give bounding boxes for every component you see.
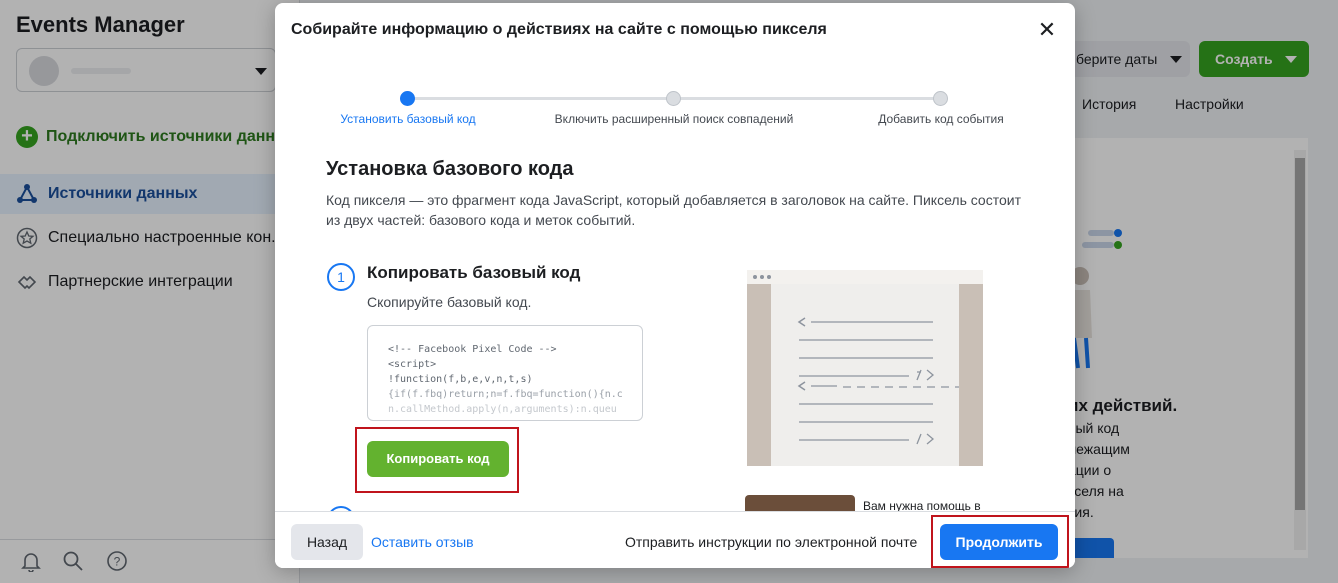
step-dot-3 [933,91,948,106]
step-title: Копировать базовый код [367,263,581,282]
code-line: {if(f.fbq)return;n=f.fbq=function(){n.c [388,389,623,400]
code-line: !function(f,b,e,v,n,t,s) [388,374,533,385]
page-margin [747,284,771,466]
page-margin [959,284,983,466]
back-button[interactable]: Назад [291,524,363,560]
page-body [771,284,983,466]
progress-stepper: Установить базовый код Включить расширен… [275,88,1075,138]
browser-dot-icon [760,275,764,279]
step-label-event-code[interactable]: Добавить код события [878,112,1004,126]
code-brackets-icon [797,317,983,445]
section-description: Код пикселя — это фрагмент кода JavaScri… [326,192,1021,228]
leave-feedback-link[interactable]: Оставить отзыв [371,534,474,550]
step-description: Скопируйте базовый код. [367,294,532,310]
pixel-setup-dialog: Собирайте информацию о действиях на сайт… [275,3,1075,568]
browser-dot-icon [767,275,771,279]
website-illustration [747,270,983,466]
section-title: Установка базового кода [326,158,574,180]
step-label-advanced-matching[interactable]: Включить расширенный поиск совпадений [555,112,794,126]
step-number-badge: 1 [327,263,355,291]
step-label-install[interactable]: Установить базовый код [340,112,475,126]
copy-button-highlight-frame [355,427,519,493]
pixel-code-box[interactable]: <!-- Facebook Pixel Code --> <script> !fun… [367,325,643,421]
close-icon[interactable]: ✕ [1036,19,1058,41]
dialog-content: Установка базового кода Код пикселя — эт… [326,158,1021,228]
email-instructions-link[interactable]: Отправить инструкции по электронной почт… [625,534,917,550]
continue-button-highlight-frame [931,515,1069,568]
browser-dot-icon [753,275,757,279]
dialog-title: Собирайте информацию о действиях на сайт… [291,21,827,38]
step-dot-2 [666,91,681,106]
code-line: <!-- Facebook Pixel Code --> [388,344,557,355]
step-dot-1 [400,91,415,106]
code-line: <script> [388,359,437,370]
dialog-footer: Назад Оставить отзыв Отправить инструкци… [275,511,1075,568]
code-line: n.callMethod.apply(n,arguments):n.queu [388,404,617,415]
browser-bar [747,270,983,284]
